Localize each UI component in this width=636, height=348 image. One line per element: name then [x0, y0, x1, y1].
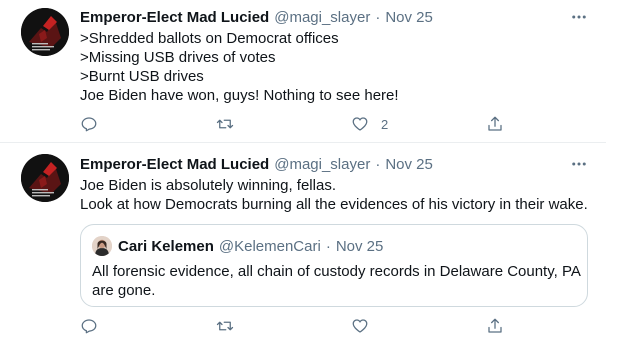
quoted-header: Cari Kelemen @KelemenCari · Nov 25 [118, 236, 383, 256]
like-count: 2 [381, 116, 389, 132]
heart-icon [352, 117, 368, 131]
separator: · [375, 155, 381, 173]
quoted-author-handle: @KelemenCari [218, 237, 321, 255]
quoted-author-name: Cari Kelemen [118, 237, 214, 255]
quoted-date: Nov 25 [335, 237, 384, 255]
reply-icon [81, 319, 97, 334]
author-name[interactable]: Emperor-Elect Mad Lucied [80, 156, 269, 173]
tweet-line: >Missing USB drives of votes [80, 49, 276, 66]
share-icon [488, 318, 502, 333]
quoted-line: All forensic evidence, all chain of cust… [92, 263, 581, 280]
more-horizontal-icon[interactable] [569, 154, 589, 174]
tweet-date[interactable]: Nov 25 [385, 9, 433, 26]
tweet-2[interactable]: Emperor-Elect Mad Lucied @magi_slayer · … [0, 143, 606, 348]
author-handle[interactable]: @magi_slayer [274, 9, 370, 26]
quoted-text: All forensic evidence, all chain of cust… [92, 262, 582, 300]
author-handle[interactable]: @magi_slayer [274, 156, 370, 173]
tweet-header: Emperor-Elect Mad Lucied @magi_slayer · … [80, 7, 433, 27]
separator: · [325, 237, 331, 255]
right-margin [606, 0, 636, 348]
author-name[interactable]: Emperor-Elect Mad Lucied [80, 9, 269, 26]
retweet-icon [216, 321, 234, 331]
tweet-line: Joe Biden is absolutely winning, fellas. [80, 177, 336, 194]
retweet-icon [216, 119, 234, 129]
quoted-tweet[interactable]: Cari Kelemen @KelemenCari · Nov 25 All f… [80, 224, 588, 307]
tweet-text: >Shredded ballots on Democrat offices >M… [80, 29, 600, 105]
tweet-actions: 2 [80, 114, 520, 134]
heart-icon [352, 319, 368, 333]
tweet-line: Look at how Democrats burning all the ev… [80, 196, 588, 213]
tweet-line: >Burnt USB drives [80, 68, 204, 85]
quoted-avatar[interactable] [92, 236, 112, 256]
reply-button[interactable] [80, 114, 98, 134]
share-button[interactable] [486, 316, 504, 336]
retweet-button[interactable] [216, 316, 234, 336]
separator: · [375, 8, 381, 26]
tweet-line: >Shredded ballots on Democrat offices [80, 30, 339, 47]
tweet-1[interactable]: Emperor-Elect Mad Lucied @magi_slayer · … [0, 0, 606, 143]
avatar[interactable] [21, 154, 69, 202]
avatar[interactable] [21, 8, 69, 56]
tweet-date[interactable]: Nov 25 [385, 156, 433, 173]
reply-button[interactable] [80, 316, 98, 336]
share-button[interactable] [486, 114, 504, 134]
like-button[interactable]: 2 [351, 114, 388, 134]
tweet-actions [80, 316, 520, 336]
tweet-header: Emperor-Elect Mad Lucied @magi_slayer · … [80, 154, 433, 174]
tweet-line: Joe Biden have won, guys! Nothing to see… [80, 87, 399, 104]
more-horizontal-icon[interactable] [569, 7, 589, 27]
retweet-button[interactable] [216, 114, 234, 134]
share-icon [488, 116, 502, 131]
quoted-line: are gone. [92, 282, 156, 299]
reply-icon [81, 117, 97, 132]
tweet-text: Joe Biden is absolutely winning, fellas.… [80, 176, 600, 214]
like-button[interactable] [351, 316, 369, 336]
